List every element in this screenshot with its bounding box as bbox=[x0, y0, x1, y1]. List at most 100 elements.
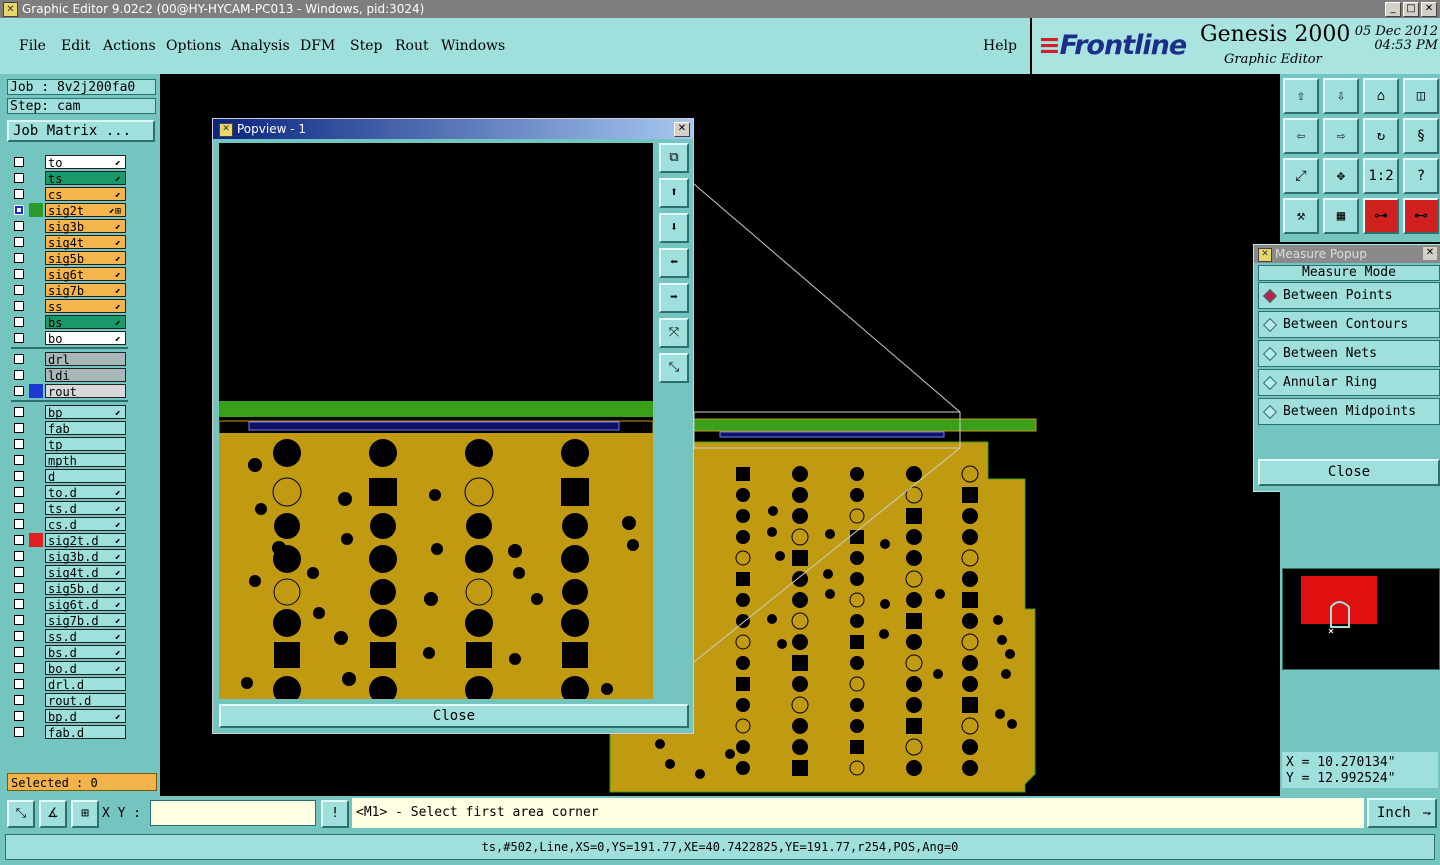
layer-checkbox[interactable] bbox=[14, 631, 24, 641]
layer-checkbox[interactable] bbox=[14, 519, 24, 529]
layer-checkbox[interactable] bbox=[14, 386, 24, 396]
layer-row[interactable]: sig4t.d ⬋ bbox=[9, 564, 130, 580]
layer-name[interactable]: ss.d ⬋ bbox=[45, 629, 126, 644]
layer-name[interactable]: sig4t ⬋ bbox=[45, 235, 126, 250]
layer-name[interactable]: bo ⬋ bbox=[45, 331, 126, 346]
layer-row[interactable]: sig3b.d ⬋ bbox=[9, 548, 130, 564]
layer-name[interactable]: mpth bbox=[45, 453, 126, 468]
layer-row[interactable]: tp bbox=[9, 436, 130, 452]
layer-checkbox[interactable] bbox=[14, 354, 24, 364]
layer-checkbox[interactable] bbox=[14, 205, 24, 215]
layer-name[interactable]: d bbox=[45, 469, 126, 484]
layer-name[interactable]: sig3b ⬋ bbox=[45, 219, 126, 234]
units-select[interactable]: Inch ⇁ bbox=[1367, 798, 1437, 828]
layer-row[interactable]: ldi bbox=[9, 367, 130, 383]
layer-checkbox[interactable] bbox=[14, 237, 24, 247]
grid-icon[interactable]: ▦ bbox=[1323, 198, 1359, 234]
layer-row[interactable]: bp.d ⬋ bbox=[9, 708, 130, 724]
layer-row[interactable]: bo.d ⬋ bbox=[9, 660, 130, 676]
layer-name[interactable]: to.d ⬋ bbox=[45, 485, 126, 500]
layer-name[interactable]: cs ⬋ bbox=[45, 187, 126, 202]
pan-up-icon[interactable]: ⇧ bbox=[1283, 78, 1319, 114]
xy-input[interactable] bbox=[150, 800, 316, 826]
menu-step[interactable]: Step bbox=[350, 38, 382, 54]
layer-row[interactable]: to ⬋ bbox=[9, 154, 130, 170]
layer-row[interactable]: sig4t ⬋ bbox=[9, 234, 130, 250]
layer-name[interactable]: sig6t.d ⬋ bbox=[45, 597, 126, 612]
layer-name[interactable]: ts.d ⬋ bbox=[45, 501, 126, 516]
layer-checkbox[interactable] bbox=[14, 599, 24, 609]
net-highlight-icon[interactable]: ⊶ bbox=[1363, 198, 1399, 234]
layer-row[interactable]: bp ⬋ bbox=[9, 404, 130, 420]
menu-options[interactable]: Options bbox=[166, 38, 221, 54]
layer-name[interactable]: tp bbox=[45, 437, 126, 452]
layer-row[interactable]: ts ⬋ bbox=[9, 170, 130, 186]
info-icon[interactable]: ! bbox=[321, 800, 349, 828]
popview-zoom-out-icon[interactable]: ⤡ bbox=[659, 353, 689, 383]
layer-checkbox[interactable] bbox=[14, 317, 24, 327]
layer-checkbox[interactable] bbox=[14, 583, 24, 593]
popview-close-icon[interactable]: ✕ bbox=[674, 122, 690, 137]
layer-row[interactable]: sig6t ⬋ bbox=[9, 266, 130, 282]
layer-checkbox[interactable] bbox=[14, 695, 24, 705]
overview-minimap[interactable] bbox=[1282, 568, 1440, 670]
layer-name[interactable]: ldi bbox=[45, 368, 126, 383]
layer-name[interactable]: bs ⬋ bbox=[45, 315, 126, 330]
layer-row[interactable]: ss ⬋ bbox=[9, 298, 130, 314]
layer-row[interactable]: sig6t.d ⬋ bbox=[9, 596, 130, 612]
net-compare-icon[interactable]: ⊷ bbox=[1403, 198, 1439, 234]
popview-close-button[interactable]: Close bbox=[219, 704, 689, 728]
measure-close-button[interactable]: Close bbox=[1258, 459, 1440, 486]
layer-checkbox[interactable] bbox=[14, 647, 24, 657]
menu-analysis[interactable]: Analysis bbox=[231, 38, 290, 54]
menu-dfm[interactable]: DFM bbox=[300, 38, 335, 54]
layer-name[interactable]: drl.d bbox=[45, 677, 126, 692]
measure-option-between-points[interactable]: Between Points bbox=[1258, 282, 1440, 309]
layer-name[interactable]: fab bbox=[45, 421, 126, 436]
measure-option-between-midpoints[interactable]: Between Midpoints bbox=[1258, 398, 1440, 425]
split-view-icon[interactable]: ◫ bbox=[1403, 78, 1439, 114]
layer-row[interactable]: sig7b.d ⬋ bbox=[9, 612, 130, 628]
layer-row[interactable]: cs ⬋ bbox=[9, 186, 130, 202]
layer-row[interactable]: sig2t ⬋⊞ bbox=[9, 202, 130, 218]
snap-icon[interactable]: § bbox=[1403, 118, 1439, 154]
popview-pan-left-icon[interactable]: ⬅ bbox=[659, 248, 689, 278]
popview-zoom-icon[interactable]: ⧉ bbox=[659, 143, 689, 173]
layer-checkbox[interactable] bbox=[14, 727, 24, 737]
layer-row[interactable]: ts.d ⬋ bbox=[9, 500, 130, 516]
layer-name[interactable]: fab.d bbox=[45, 725, 126, 740]
redraw-icon[interactable]: ↻ bbox=[1363, 118, 1399, 154]
popview-canvas[interactable] bbox=[219, 143, 653, 699]
layer-checkbox[interactable] bbox=[14, 535, 24, 545]
layer-checkbox[interactable] bbox=[14, 471, 24, 481]
menu-edit[interactable]: Edit bbox=[61, 38, 90, 54]
popview-pan-down-icon[interactable]: ⬇ bbox=[659, 213, 689, 243]
close-icon[interactable]: ✕ bbox=[1421, 2, 1437, 17]
layer-name[interactable]: sig7b.d ⬋ bbox=[45, 613, 126, 628]
layer-name[interactable]: bp ⬋ bbox=[45, 405, 126, 420]
menu-help[interactable]: Help bbox=[983, 38, 1017, 54]
layer-checkbox[interactable] bbox=[14, 679, 24, 689]
layer-name[interactable]: sig2t ⬋⊞ bbox=[45, 203, 126, 218]
pan-right-icon[interactable]: ⇨ bbox=[1323, 118, 1359, 154]
layer-row[interactable]: drl bbox=[9, 351, 130, 367]
layer-name[interactable]: sig5b ⬋ bbox=[45, 251, 126, 266]
measure-option-between-nets[interactable]: Between Nets bbox=[1258, 340, 1440, 367]
maximize-icon[interactable]: □ bbox=[1403, 2, 1419, 17]
layer-checkbox[interactable] bbox=[14, 253, 24, 263]
snap-corner-icon[interactable]: ⤡ bbox=[7, 800, 35, 828]
layer-row[interactable]: sig5b.d ⬋ bbox=[9, 580, 130, 596]
layer-checkbox[interactable] bbox=[14, 333, 24, 343]
layer-checkbox[interactable] bbox=[14, 711, 24, 721]
layer-checkbox[interactable] bbox=[14, 221, 24, 231]
layer-name[interactable]: bp.d ⬋ bbox=[45, 709, 126, 724]
measure-tool-icon[interactable]: ⚒ bbox=[1283, 198, 1319, 234]
layer-checkbox[interactable] bbox=[14, 439, 24, 449]
measure-option-between-contours[interactable]: Between Contours bbox=[1258, 311, 1440, 338]
layer-row[interactable]: sig7b ⬋ bbox=[9, 282, 130, 298]
layer-checkbox[interactable] bbox=[14, 503, 24, 513]
pan-left-icon[interactable]: ⇦ bbox=[1283, 118, 1319, 154]
layer-name[interactable]: sig4t.d ⬋ bbox=[45, 565, 126, 580]
layer-row[interactable]: fab bbox=[9, 420, 130, 436]
layer-name[interactable]: sig2t.d ⬋ bbox=[45, 533, 126, 548]
